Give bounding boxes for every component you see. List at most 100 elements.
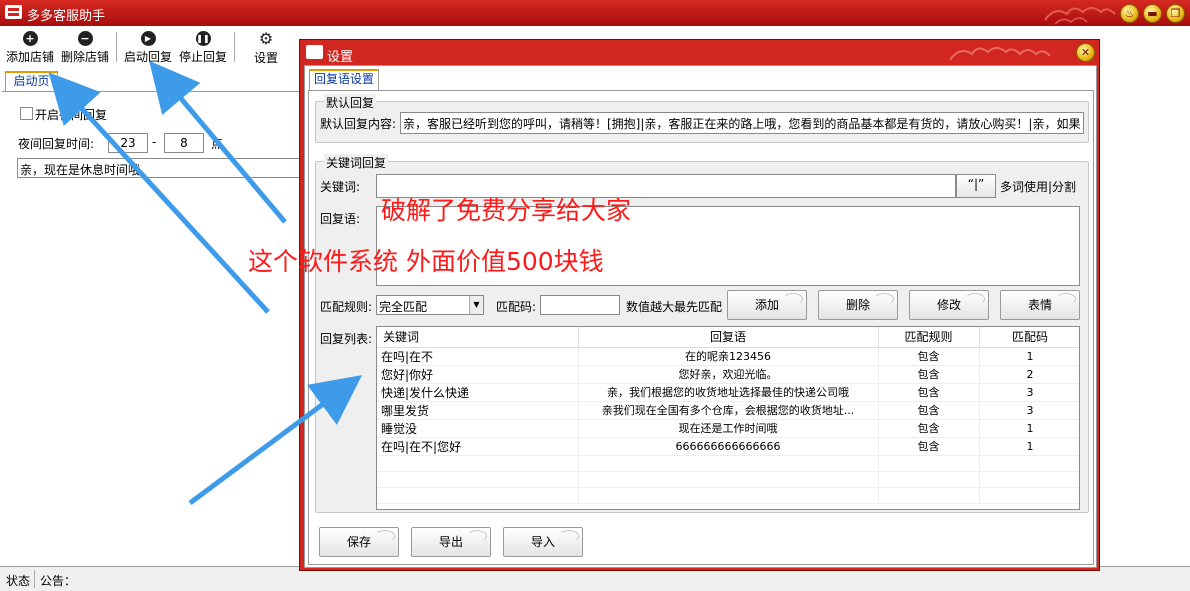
edit-button[interactable]: 修改 <box>909 290 989 320</box>
export-button[interactable]: 导出 <box>411 527 491 557</box>
column-header-match-code[interactable]: 匹配码 <box>979 327 1079 348</box>
minus-icon: − <box>77 31 93 46</box>
start-reply-button[interactable]: ▶ 启动回复 <box>122 29 174 67</box>
keyword-label: 关键词: <box>320 180 361 194</box>
status-divider <box>34 570 35 588</box>
save-button[interactable]: 保存 <box>319 527 399 557</box>
cell-match-code: 2 <box>979 365 1079 384</box>
night-message-input[interactable]: 亲，现在是休息时间哦 <box>17 158 302 178</box>
night-time-label: 夜间回复时间: <box>18 137 95 151</box>
reply-list-table[interactable]: 关键词 回复语 匹配规则 匹配码 在吗|在不 在的呢亲123456 包含 1 您… <box>376 326 1080 510</box>
dialog-cloud-ornament-icon <box>949 47 1051 61</box>
table-row-empty <box>377 455 1079 472</box>
status-label: 状态 <box>6 574 31 588</box>
start-reply-label: 启动回复 <box>123 50 172 64</box>
cell-match-code: 1 <box>979 437 1079 456</box>
minimize-button[interactable]: ▬ <box>1143 4 1162 23</box>
cell-match-rule: 包含 <box>878 383 980 402</box>
dialog-title-bar: 设置 ✕ <box>300 40 1099 65</box>
add-shop-button[interactable]: + 添加店铺 <box>4 29 56 67</box>
app-window: 多多客服助手 ♨ ▬ ❐ + 添加店铺 − 删除店铺 ▶ 启动回复 ❚❚ 停止回… <box>0 0 1190 591</box>
cell-keyword: 哪里发货 <box>377 401 579 420</box>
keyword-reply-legend: 关键词回复 <box>324 154 389 171</box>
app-logo-icon <box>5 5 22 19</box>
hour-unit: 点 <box>211 137 224 151</box>
delete-button[interactable]: 删除 <box>818 290 898 320</box>
stop-reply-button[interactable]: ❚❚ 停止回复 <box>177 29 229 67</box>
settings-label: 设置 <box>253 51 278 65</box>
cell-keyword: 睡觉没 <box>377 419 579 438</box>
emoji-button[interactable]: 表情 <box>1000 290 1080 320</box>
night-from-input[interactable]: 23 <box>108 133 148 153</box>
cell-match-code: 3 <box>979 383 1079 402</box>
table-row[interactable]: 睡觉没 现在还是工作时间哦 包含 1 <box>377 419 1079 438</box>
cell-reply: 在的呢亲123456 <box>578 347 879 366</box>
table-row[interactable]: 在吗|在不 在的呢亲123456 包含 1 <box>377 347 1079 366</box>
overlay-text-value: 这个软件系统 外面价值500块钱 <box>248 247 604 276</box>
cloud-ornament-icon <box>1044 7 1116 25</box>
priority-hint: 数值越大最先匹配 <box>626 300 723 314</box>
pause-icon: ❚❚ <box>195 31 211 46</box>
cell-match-code: 3 <box>979 401 1079 420</box>
table-row-empty <box>377 471 1079 488</box>
tab-start-page[interactable]: 启动页 <box>5 71 58 92</box>
default-content-label: 默认回复内容: <box>320 117 397 131</box>
toolbar-divider <box>116 32 117 62</box>
column-header-reply[interactable]: 回复语 <box>578 327 879 348</box>
reply-label: 回复语: <box>320 212 361 226</box>
match-code-label: 匹配码: <box>496 300 537 314</box>
cell-keyword: 您好|你好 <box>377 365 579 384</box>
column-header-keyword[interactable]: 关键词 <box>377 327 579 348</box>
cell-match-rule: 包含 <box>878 437 980 456</box>
chevron-down-icon[interactable]: ▼ <box>469 296 483 314</box>
table-row[interactable]: 快递|发什么快递 亲，我们根据您的收货地址选择最佳的快递公司哦 包含 3 <box>377 383 1079 402</box>
cell-match-rule: 包含 <box>878 365 980 384</box>
import-button[interactable]: 导入 <box>503 527 583 557</box>
night-reply-checkbox[interactable] <box>20 107 33 120</box>
add-shop-label: 添加店铺 <box>5 50 54 64</box>
delete-shop-button[interactable]: − 删除店铺 <box>59 29 111 67</box>
default-content-input[interactable]: 亲，客服已经听到您的呼叫，请稍等！[拥抱]|亲，客服正在来的路上哦，您看到的商品… <box>400 112 1084 134</box>
start-page-panel: 开启夜间回复 夜间回复时间: 23 - 8 点 亲，现在是休息时间哦 <box>2 91 302 565</box>
stop-reply-label: 停止回复 <box>178 50 227 64</box>
default-reply-group: 默认回复 默认回复内容: 亲，客服已经听到您的呼叫，请稍等！[拥抱]|亲，客服正… <box>315 94 1089 143</box>
cell-reply: 亲，我们根据您的收货地址选择最佳的快递公司哦 <box>578 383 879 402</box>
quote-insert-button[interactable]: “|” <box>956 174 996 198</box>
multi-word-hint: 多词使用|分割 <box>1000 180 1077 194</box>
play-icon: ▶ <box>140 31 156 46</box>
plus-icon: + <box>22 31 38 46</box>
dialog-close-button[interactable]: ✕ <box>1076 43 1095 62</box>
add-button[interactable]: 添加 <box>727 290 807 320</box>
cell-reply: 666666666666666 <box>578 437 879 456</box>
dialog-logo-icon <box>306 45 323 59</box>
cell-match-rule: 包含 <box>878 401 980 420</box>
cell-keyword: 快递|发什么快递 <box>377 383 579 402</box>
match-rule-select[interactable]: 完全匹配 ▼ <box>376 295 484 315</box>
default-reply-legend: 默认回复 <box>324 94 377 111</box>
cell-match-rule: 包含 <box>878 347 980 366</box>
skin-button[interactable]: ♨ <box>1120 4 1139 23</box>
cell-keyword: 在吗|在不|您好 <box>377 437 579 456</box>
settings-button[interactable]: ⚙ 设置 <box>244 29 288 67</box>
delete-shop-label: 删除店铺 <box>60 50 109 64</box>
toolbar-divider <box>234 32 235 62</box>
dialog-body: 回复语设置 默认回复 默认回复内容: 亲，客服已经听到您的呼叫，请稍等！[拥抱]… <box>304 65 1097 568</box>
column-header-match-rule[interactable]: 匹配规则 <box>878 327 980 348</box>
cell-match-code: 1 <box>979 347 1079 366</box>
cell-reply: 现在还是工作时间哦 <box>578 419 879 438</box>
table-row[interactable]: 您好|你好 您好亲，欢迎光临。 包含 2 <box>377 365 1079 384</box>
gear-icon: ⚙ <box>258 29 274 48</box>
time-dash: - <box>152 135 157 149</box>
match-rule-value: 完全匹配 <box>379 300 428 314</box>
reply-list-label: 回复列表: <box>320 332 373 346</box>
table-row[interactable]: 哪里发货 亲我们现在全国有多个仓库，会根据您的收货地址... 包含 3 <box>377 401 1079 420</box>
title-bar: 多多客服助手 ♨ ▬ ❐ <box>0 0 1190 26</box>
tab-reply-settings[interactable]: 回复语设置 <box>309 69 379 90</box>
match-rule-label: 匹配规则: <box>320 300 373 314</box>
left-tab-strip: 启动页 <box>0 70 300 92</box>
table-row[interactable]: 在吗|在不|您好 666666666666666 包含 1 <box>377 437 1079 456</box>
match-code-input[interactable] <box>540 295 620 315</box>
cell-match-rule: 包含 <box>878 419 980 438</box>
night-to-input[interactable]: 8 <box>164 133 204 153</box>
maximize-button[interactable]: ❐ <box>1166 4 1185 23</box>
